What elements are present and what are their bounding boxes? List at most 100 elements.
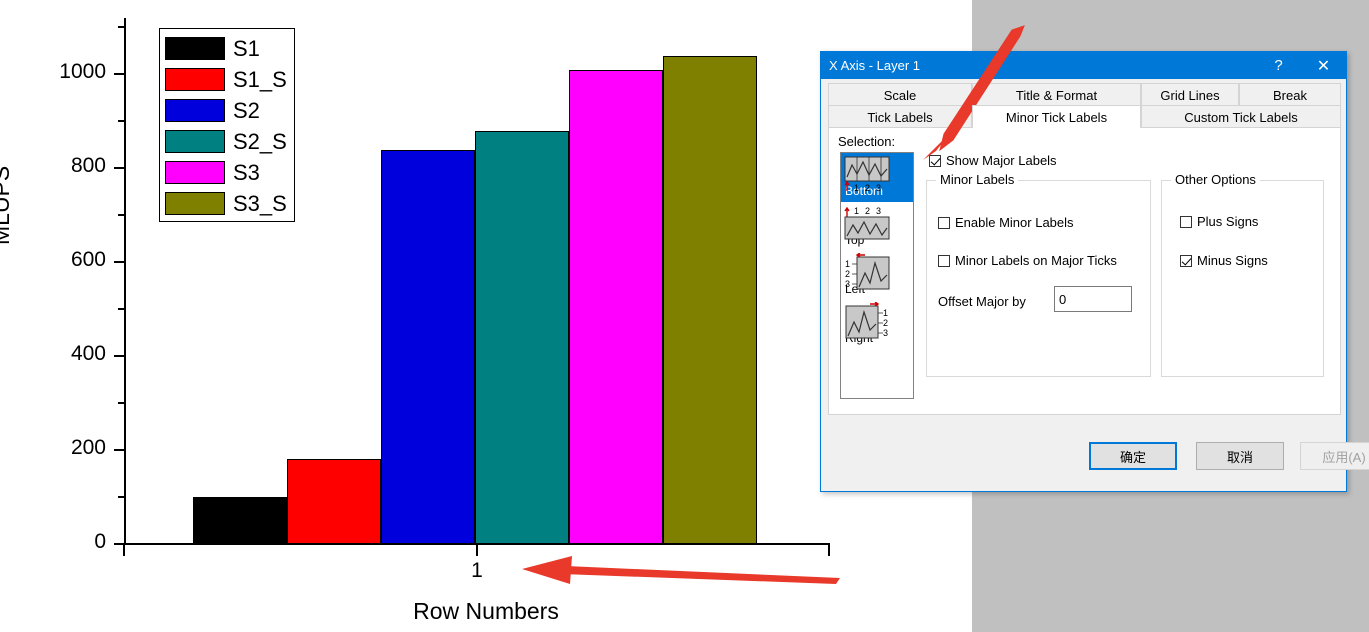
- y-tick-label[interactable]: 800: [36, 154, 106, 178]
- ok-button[interactable]: 确定: [1089, 442, 1177, 470]
- screen: 0 200 400 600 800 1000 1 MLUPS Row Numbers S1…: [0, 0, 1369, 632]
- tab-row-secondary[interactable]: Tick Labels Minor Tick Labels Custom Tick …: [828, 105, 1341, 128]
- cancel-button[interactable]: 取消: [1196, 442, 1284, 470]
- tab-title-format[interactable]: Title & Format: [972, 83, 1141, 106]
- bar-s3[interactable]: [569, 69, 663, 544]
- legend-swatch: [165, 99, 225, 122]
- axis-right-icon: 123: [843, 301, 893, 339]
- bar-s2[interactable]: [381, 149, 475, 544]
- svg-text:1: 1: [854, 206, 859, 216]
- y-axis-line: [124, 18, 126, 545]
- y-tick-label[interactable]: 400: [36, 342, 106, 366]
- checkbox-box: [1180, 254, 1192, 267]
- selection-item-top[interactable]: 1 2 3 Top: [841, 202, 913, 251]
- legend-entry-s1[interactable]: S1: [160, 33, 294, 64]
- legend-swatch: [165, 192, 225, 215]
- minor-tick-labels-panel: Selection: 123Bottom123Top123Left123Righ…: [828, 127, 1341, 415]
- checkbox-box: [929, 154, 941, 167]
- legend-label: S2_S: [233, 128, 287, 154]
- x-tick: [476, 545, 478, 556]
- y-tick-label[interactable]: 200: [36, 436, 106, 460]
- x-tick-label[interactable]: 1: [457, 559, 497, 583]
- dialog-button-bar: 确定 取消 应用(A): [821, 429, 1369, 491]
- selection-item-bottom[interactable]: 1 2 3 Bottom: [841, 153, 913, 202]
- svg-text:1: 1: [883, 308, 888, 318]
- selection-item-right[interactable]: 123Right: [841, 300, 913, 349]
- minor-labels-group: Minor Labels Enable Minor Labels Minor L…: [926, 172, 1151, 377]
- tab-tick-labels[interactable]: Tick Labels: [828, 105, 972, 128]
- dialog-title: X Axis - Layer 1: [829, 58, 921, 73]
- show-major-labels-checkbox[interactable]: Show Major Labels: [929, 153, 1057, 168]
- svg-text:2: 2: [865, 183, 870, 193]
- svg-text:3: 3: [876, 183, 881, 193]
- legend-entry-s2[interactable]: S2: [160, 95, 294, 126]
- y-tick-minor: [118, 308, 124, 311]
- dialog-titlebar[interactable]: X Axis - Layer 1 ? ✕: [821, 52, 1346, 79]
- plus-signs-label: Plus Signs: [1197, 214, 1259, 229]
- help-icon[interactable]: ?: [1256, 52, 1301, 79]
- selection-item-left[interactable]: 1 2 3 Left: [841, 251, 913, 300]
- close-icon[interactable]: ✕: [1301, 52, 1346, 79]
- offset-major-by-label: Offset Major by: [938, 294, 1026, 309]
- svg-text:1: 1: [845, 259, 850, 269]
- y-axis-title[interactable]: MLUPS: [0, 166, 15, 245]
- minor-labels-on-major-ticks-label: Minor Labels on Major Ticks: [955, 253, 1117, 268]
- x-axis-dialog[interactable]: X Axis - Layer 1 ? ✕ Scale Title & Format…: [820, 51, 1369, 492]
- legend-label: S3_S: [233, 190, 287, 216]
- bar-s1[interactable]: [193, 497, 287, 544]
- y-tick-major: [114, 355, 124, 358]
- axis-bottom-icon: 123: [843, 155, 893, 193]
- y-tick-label[interactable]: 1000: [36, 60, 106, 84]
- y-tick-major: [114, 167, 124, 170]
- bar-s3_s[interactable]: [663, 55, 757, 544]
- tab-break[interactable]: Break: [1239, 83, 1341, 106]
- minor-labels-group-title: Minor Labels: [936, 172, 1019, 187]
- tab-custom-tick-labels[interactable]: Custom Tick Labels: [1141, 105, 1341, 128]
- legend-label: S1_S: [233, 66, 287, 92]
- legend-entry-s2_s[interactable]: S2_S: [160, 126, 294, 157]
- minus-signs-checkbox[interactable]: Minus Signs: [1180, 253, 1268, 268]
- svg-text:2: 2: [845, 269, 850, 279]
- x-tick: [828, 545, 830, 556]
- offset-major-by-input[interactable]: [1054, 286, 1132, 312]
- svg-text:2: 2: [865, 206, 870, 216]
- svg-text:3: 3: [876, 206, 881, 216]
- x-axis-title[interactable]: Row Numbers: [0, 598, 972, 625]
- tab-grid-lines[interactable]: Grid Lines: [1141, 83, 1239, 106]
- legend-swatch: [165, 130, 225, 153]
- apply-button: 应用(A): [1300, 442, 1369, 470]
- x-tick: [123, 545, 125, 556]
- minor-labels-on-major-ticks-checkbox[interactable]: Minor Labels on Major Ticks: [938, 253, 1117, 268]
- legend-swatch: [165, 68, 225, 91]
- tab-scale[interactable]: Scale: [828, 83, 972, 106]
- legend-entry-s3[interactable]: S3: [160, 157, 294, 188]
- legend-label: S2: [233, 97, 260, 123]
- bar-s2_s[interactable]: [475, 130, 569, 544]
- checkbox-box: [938, 216, 950, 229]
- y-tick-major: [114, 261, 124, 264]
- y-tick-minor: [118, 402, 124, 405]
- other-options-group-title: Other Options: [1171, 172, 1260, 187]
- minus-signs-label: Minus Signs: [1197, 253, 1268, 268]
- svg-text:3: 3: [883, 328, 888, 338]
- legend-swatch: [165, 161, 225, 184]
- tab-minor-tick-labels[interactable]: Minor Tick Labels: [972, 105, 1141, 128]
- tab-strip[interactable]: Scale Title & Format Grid Lines Break Tick …: [828, 83, 1341, 128]
- legend-label: S1: [233, 35, 260, 61]
- legend[interactable]: S1 S1_S S2 S2_S S3 S3_S: [159, 28, 295, 222]
- other-options-group: Other Options Plus Signs Minus Signs: [1161, 172, 1324, 377]
- checkbox-box: [1180, 215, 1192, 228]
- bar-s1_s[interactable]: [287, 459, 381, 544]
- legend-entry-s1_s[interactable]: S1_S: [160, 64, 294, 95]
- y-tick-minor: [118, 26, 124, 29]
- tab-row-primary[interactable]: Scale Title & Format Grid Lines Break: [828, 83, 1341, 106]
- axis-left-icon: 123: [843, 252, 893, 290]
- enable-minor-labels-checkbox[interactable]: Enable Minor Labels: [938, 215, 1074, 230]
- checkbox-box: [938, 254, 950, 267]
- axis-selection-list[interactable]: 123Bottom123Top123Left123Right: [840, 152, 914, 399]
- legend-entry-s3_s[interactable]: S3_S: [160, 188, 294, 219]
- plus-signs-checkbox[interactable]: Plus Signs: [1180, 214, 1258, 229]
- y-tick-label[interactable]: 0: [36, 530, 106, 554]
- y-tick-label[interactable]: 600: [36, 248, 106, 272]
- svg-text:3: 3: [845, 279, 850, 289]
